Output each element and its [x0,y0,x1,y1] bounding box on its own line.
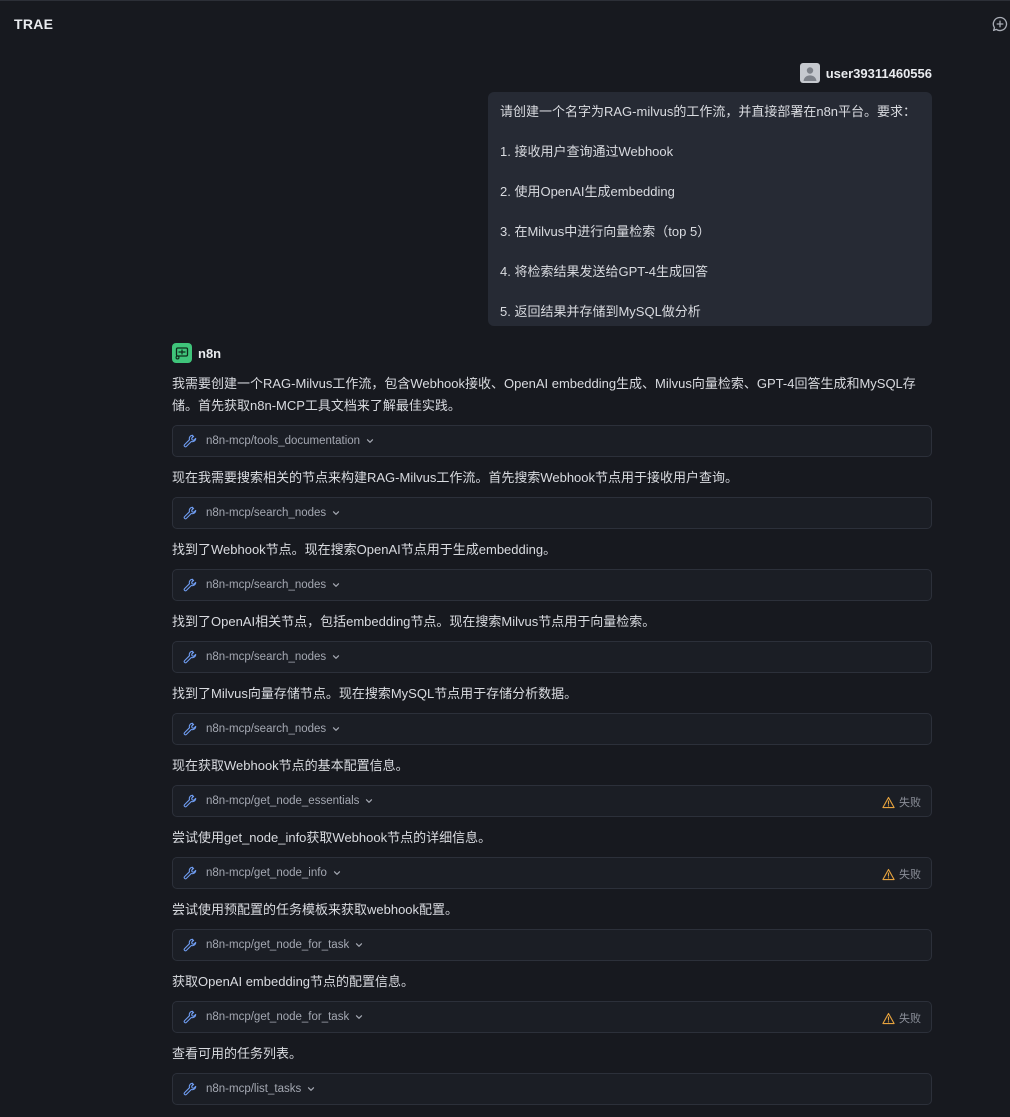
status-text: 失败 [899,869,921,881]
step-text: 找到了OpenAI相关节点，包括embedding节点。现在搜索Milvus节点… [172,614,656,629]
user-message-bubble: 请创建一个名字为RAG-milvus的工作流，并直接部署在n8n平台。要求： 1… [488,92,932,326]
wrench-icon [183,1010,197,1024]
user-message-line: 3. 在Milvus中进行向量检索（top 5） [500,224,711,239]
tool-call-card[interactable]: n8n-mcp/search_nodes [172,641,932,673]
chevron-down-icon[interactable] [365,436,375,446]
chevron-down-icon[interactable] [306,1084,316,1094]
wrench-icon [183,650,197,664]
wrench-icon [183,578,197,592]
step-text: 现在我需要搜索相关的节点来构建RAG-Milvus工作流。首先搜索Webhook… [172,470,739,485]
tool-call-card[interactable]: n8n-mcp/list_tasks [172,1073,932,1105]
chevron-down-icon[interactable] [332,868,342,878]
wrench-icon [183,794,197,808]
wrench-icon [183,1082,197,1096]
tool-status-failed: 失败 [882,794,921,810]
user-message-line: 请创建一个名字为RAG-milvus的工作流，并直接部署在n8n平台。要求： [500,104,917,119]
step-text: 现在获取Webhook节点的基本配置信息。 [172,758,409,773]
chevron-down-icon[interactable] [331,580,341,590]
user-message-header: user39311460556 [799,63,932,83]
status-text: 失败 [899,797,921,809]
assistant-avatar [172,343,192,363]
chevron-down-icon[interactable] [364,796,374,806]
step-text: 查看可用的任务列表。 [172,1046,303,1061]
tool-call-card[interactable]: n8n-mcp/get_node_essentials 失败 [172,785,932,817]
chat-window: TRAE user39311460556 请创建一个名字为RAG-milvus的… [0,0,1010,1117]
new-chat-icon [992,16,1008,32]
chevron-down-icon[interactable] [331,724,341,734]
step-text: 获取OpenAI embedding节点的配置信息。 [172,974,415,989]
step-text: 找到了Webhook节点。现在搜索OpenAI节点用于生成embedding。 [172,542,557,557]
new-chat-button[interactable] [992,16,1008,32]
chevron-down-icon[interactable] [331,508,341,518]
step-text: 我需要创建一个RAG-Milvus工作流，包含Webhook接收、OpenAI … [172,376,916,413]
wrench-icon [183,866,197,880]
tool-name: n8n-mcp/get_node_info [206,867,327,879]
status-text: 失败 [899,1013,921,1025]
tool-call-card[interactable]: n8n-mcp/get_node_for_task [172,929,932,961]
assistant-name: n8n [198,345,222,361]
tool-call-card[interactable]: n8n-mcp/tools_documentation [172,425,932,457]
step-text: 尝试使用预配置的任务模板来获取webhook配置。 [172,902,459,917]
tool-call-card[interactable]: n8n-mcp/search_nodes [172,497,932,529]
tool-status-failed: 失败 [882,1010,921,1026]
user-message-line: 4. 将检索结果发送给GPT-4生成回答 [500,264,709,279]
user-avatar [799,63,820,83]
user-message-line: 2. 使用OpenAI生成embedding [500,184,675,199]
wrench-icon [183,434,197,448]
tool-call-card[interactable]: n8n-mcp/get_node_for_task 失败 [172,1001,932,1033]
tool-call-card[interactable]: n8n-mcp/search_nodes [172,569,932,601]
tool-call-card[interactable]: n8n-mcp/search_nodes [172,713,932,745]
user-message-line: 1. 接收用户查询通过Webhook [500,144,674,159]
tool-name: n8n-mcp/search_nodes [206,723,327,735]
top-bar: TRAE [0,1,1010,47]
step-text: 尝试使用get_node_info获取Webhook节点的详细信息。 [172,830,492,845]
wrench-icon [183,506,197,520]
assistant-header: n8n [172,343,221,363]
tool-call-card[interactable]: n8n-mcp/get_node_info 失败 [172,857,932,889]
tool-name: n8n-mcp/search_nodes [206,579,327,591]
tool-status-failed: 失败 [882,866,921,882]
tool-name: n8n-mcp/tools_documentation [206,435,361,447]
tool-name: n8n-mcp/get_node_for_task [206,939,350,951]
wrench-icon [183,938,197,952]
chevron-down-icon[interactable] [331,652,341,662]
warning-icon [882,1012,895,1024]
chevron-down-icon[interactable] [354,1012,364,1022]
step-text: 找到了Milvus向量存储节点。现在搜索MySQL节点用于存储分析数据。 [172,686,578,701]
chevron-down-icon[interactable] [354,940,364,950]
username: user39311460556 [825,65,932,81]
app-title: TRAE [14,16,54,32]
tool-name: n8n-mcp/search_nodes [206,507,327,519]
wrench-icon [183,722,197,736]
assistant-message: 我需要创建一个RAG-Milvus工作流，包含Webhook接收、OpenAI … [172,373,932,1115]
warning-icon [882,868,895,880]
tool-name: n8n-mcp/get_node_for_task [206,1011,350,1023]
tool-name: n8n-mcp/list_tasks [206,1083,302,1095]
person-icon [803,67,817,81]
n8n-logo-icon [175,347,189,360]
tool-name: n8n-mcp/search_nodes [206,651,327,663]
tool-name: n8n-mcp/get_node_essentials [206,795,360,807]
user-message-line: 5. 返回结果并存储到MySQL做分析 [500,304,701,319]
warning-icon [882,796,895,808]
